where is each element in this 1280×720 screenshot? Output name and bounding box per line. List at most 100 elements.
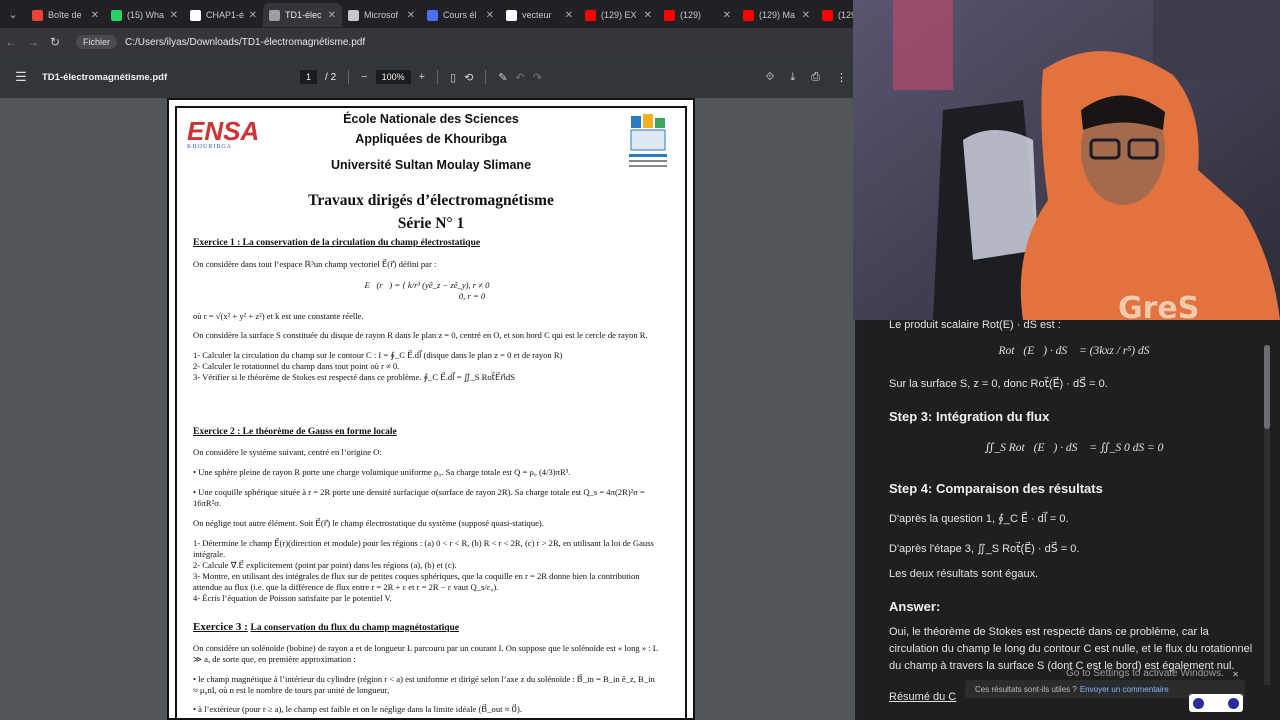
fit-page-icon[interactable]: ▯ [450, 71, 456, 84]
close-icon[interactable]: ✕ [1232, 670, 1239, 679]
hoodie-text: GreS [1118, 291, 1199, 320]
tab-close-icon[interactable]: ✕ [170, 10, 178, 21]
scalar-product-text: Le produit scalaire Rot(E) · dS est : [889, 319, 1061, 331]
ex2-title: Exercice 2 : Le théorème de Gauss en for… [193, 427, 397, 437]
tab-favicon-icon [111, 9, 122, 21]
ex1-q3: 3- Vérifier si le théorème de Stokes est… [193, 372, 516, 382]
tab-close-icon[interactable]: ✕ [91, 10, 99, 21]
ex1-equation-2: 0, r = 0 [458, 291, 486, 301]
divider [437, 70, 439, 84]
ex2-q1: 1- Détermine le champ E⃗(r)(direction et… [193, 538, 654, 559]
webcam-person-image: GreS [853, 0, 1280, 320]
ai-panel-scrollbar[interactable] [1264, 345, 1270, 685]
tab-close-icon[interactable]: ✕ [723, 10, 731, 21]
ex2-q3: 3- Montre, en utilisant des intégrales d… [193, 571, 640, 592]
ex3-bullet-1: • le champ magnétique à l’intérieur du c… [193, 674, 655, 695]
exercise-3: Exercice 3 : La conservation du flux du … [193, 622, 661, 715]
tab-1[interactable]: (15) Wha ✕ [105, 3, 184, 27]
redo-icon[interactable]: ↷ [533, 71, 542, 84]
ex1-q2: 2- Calculer le rotationnel du champ dans… [193, 361, 400, 371]
exercise-2: Exercice 2 : Le théorème de Gauss en for… [193, 427, 661, 604]
tab-8[interactable]: (129) ✕ [658, 3, 737, 27]
webcam-overlay: GreS [853, 0, 1280, 320]
tab-5[interactable]: Cours él ✕ [421, 3, 500, 27]
draw-icon[interactable]: ✎ [498, 71, 507, 84]
tab-label: Boîte de [48, 10, 82, 20]
step3-heading: Step 3: Intégration du flux [889, 409, 1050, 424]
ex2-q4: 4- Écris l’équation de Poisson satisfait… [193, 593, 392, 603]
ex1-equation-1: E⃗(r⃗) = { k/r³ (yê_z − zê_y), r ≠ 0 [364, 280, 490, 290]
annotate-icon[interactable]: ⟐ [766, 71, 775, 84]
pdf-viewer[interactable]: ENSA KHOURIBGA École Nationale des Scien… [0, 98, 855, 720]
tab-close-icon[interactable]: ✕ [644, 10, 652, 21]
ex1-q1: 1- Calculer la circulation du champ sur … [193, 350, 563, 360]
omnibox[interactable]: Fichier C:/Users/ilyas/Downloads/TD1-éle… [76, 31, 365, 53]
tab-label: (15) Wha [127, 10, 165, 20]
tab-favicon-icon [190, 9, 201, 21]
circle-icon [1228, 697, 1239, 709]
tab-0[interactable]: Boîte de ✕ [26, 3, 105, 27]
equal-text: Les deux résultats sont égaux. [889, 568, 1039, 580]
tab-favicon-icon [743, 9, 754, 21]
scrollbar-thumb[interactable] [1264, 345, 1270, 429]
tab-2[interactable]: CHAP1-é ✕ [184, 3, 263, 27]
tab-close-icon[interactable]: ✕ [407, 10, 415, 21]
print-icon[interactable]: ⎙ [811, 71, 820, 84]
undo-icon[interactable]: ↶ [516, 71, 525, 84]
rotate-icon[interactable]: ⟲ [464, 71, 473, 84]
answer-heading: Answer: [889, 599, 941, 614]
tab-favicon-icon [348, 9, 359, 21]
surface-text: Sur la surface S, z = 0, donc Rot⃗(E⃗) ·… [889, 378, 1108, 390]
pdf-toolbar: ☰ TD1-électromagnétisme.pdf 1 / 2 − 100%… [0, 56, 855, 98]
university-name: Université Sultan Moulay Slimane [330, 158, 532, 172]
more-icon[interactable]: ⋮ [836, 71, 847, 84]
forward-icon[interactable]: → [22, 35, 44, 49]
tab-label: TD1-élec [285, 10, 322, 20]
school-name-2: Appliquées de Khouribga [355, 132, 507, 146]
url-text[interactable]: C:/Users/ilyas/Downloads/TD1-électromagn… [125, 37, 365, 48]
tab-favicon-icon [822, 9, 833, 21]
menu-icon[interactable]: ☰ [0, 69, 42, 85]
tab-9[interactable]: (129) Ma ✕ [737, 3, 816, 27]
doc-series: Série N° 1 [397, 215, 465, 232]
back-icon[interactable]: ← [0, 35, 22, 49]
step4-heading: Step 4: Comparaison des résultats [889, 481, 1103, 496]
tab-close-icon[interactable]: ✕ [249, 10, 257, 21]
reload-icon[interactable]: ↻ [44, 35, 66, 49]
tab-favicon-icon [427, 9, 438, 21]
circle-icon [1193, 697, 1204, 709]
step3-result: D'après l'étape 3, ∬_S Rot⃗(E⃗) · dS⃗ = … [889, 543, 1080, 555]
ex3-title: Exercice 3 : La conservation du flux du … [193, 621, 460, 634]
tab-label: CHAP1-é [206, 10, 245, 20]
tab-close-icon[interactable]: ✕ [328, 10, 336, 21]
doc-title: Travaux dirigés d’électromagnétisme [308, 192, 554, 209]
tab-close-icon[interactable]: ✕ [565, 10, 573, 21]
tab-3[interactable]: TD1-élec ✕ [263, 3, 342, 27]
tab-label: Microsof [364, 10, 399, 20]
zoom-in-button[interactable]: + [419, 71, 425, 83]
ex2-bullet-2: • Une coquille sphérique située à r = 2R… [193, 487, 645, 508]
zoom-out-button[interactable]: − [361, 71, 367, 83]
tab-label: (129) Ma [759, 10, 796, 20]
tab-close-icon[interactable]: ✕ [802, 10, 810, 21]
summary-link[interactable]: Résumé du C [889, 691, 956, 703]
tab-label: vecteur [522, 10, 552, 20]
divider [348, 70, 350, 84]
scalar-product-equation: Rot⃗(E⃗) · dS⃗ = (3kxz / r⁵) dS [998, 345, 1150, 357]
download-icon[interactable]: ⤓ [790, 71, 795, 84]
tab-7[interactable]: (129) EX ✕ [579, 3, 658, 27]
flux-equation: ∬_S Rot⃗(E⃗) · dS⃗ = ∬_S 0 dS = 0 [984, 442, 1164, 454]
windows-watermark: Go to Settings to activate Windows. [1066, 668, 1224, 679]
zoom-input[interactable]: 100% [375, 70, 411, 84]
file-chip[interactable]: Fichier [76, 35, 118, 49]
ex1-intro: On considère dans tout l’espace ℝ³un cha… [193, 259, 437, 269]
tab-4[interactable]: Microsof ✕ [342, 3, 421, 27]
feedback-link[interactable]: Envoyer un commentaire [1080, 685, 1169, 694]
tab-close-icon[interactable]: ✕ [486, 10, 494, 21]
tab-6[interactable]: vecteur ✕ [500, 3, 579, 27]
tab-favicon-icon [506, 9, 517, 21]
tab-search-icon[interactable]: ⌄ [0, 0, 26, 28]
pdf-page: ENSA KHOURIBGA École Nationale des Scien… [167, 98, 695, 720]
page-number-input[interactable]: 1 [300, 70, 318, 84]
extension-widget[interactable] [1189, 694, 1243, 712]
